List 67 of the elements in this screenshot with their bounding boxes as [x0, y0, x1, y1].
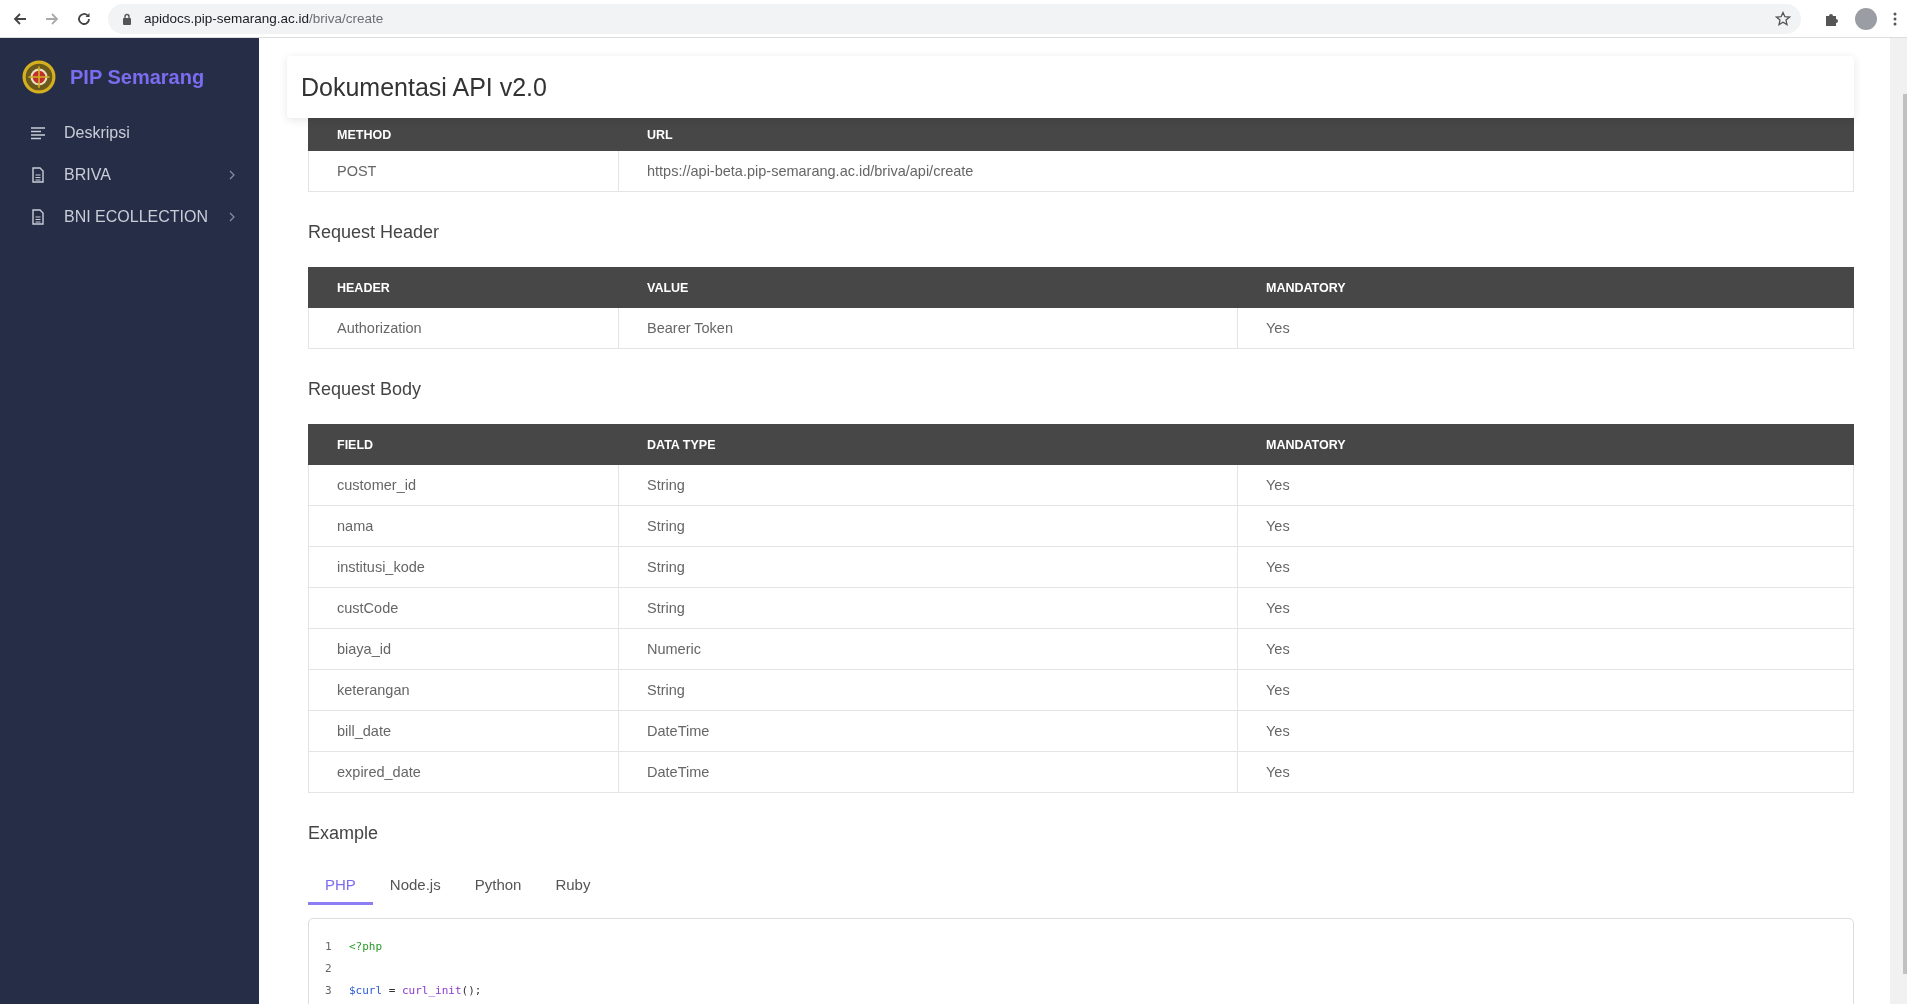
document-icon	[30, 167, 46, 183]
chevron-icon	[229, 170, 235, 180]
scrollbar[interactable]	[1890, 38, 1907, 1004]
table-cell: Yes	[1237, 628, 1854, 670]
chevron-icon	[229, 212, 235, 222]
address-bar[interactable]: apidocs.pip-semarang.ac.id/briva/create	[108, 3, 1801, 34]
table-cell: String	[618, 669, 1238, 711]
nav-item[interactable]: BRIVA	[0, 154, 259, 196]
column-header: HEADER	[308, 267, 619, 308]
table-cell: Bearer Token	[618, 307, 1238, 349]
table-cell: keterangan	[308, 669, 619, 711]
table-cell: String	[618, 546, 1238, 588]
code-line: $curl = curl_init();	[349, 983, 482, 997]
table-cell: String	[618, 505, 1238, 547]
section-title: Request Header	[308, 221, 441, 244]
line-number: 1	[325, 939, 333, 953]
nav-item[interactable]: BNI ECOLLECTION	[0, 196, 259, 238]
page-title: Dokumentasi API v2.0	[301, 72, 547, 102]
emblem-icon	[22, 60, 56, 94]
table-cell: customer_id	[308, 464, 619, 506]
language-tab[interactable]: PHP	[308, 864, 373, 905]
table-cell: DateTime	[618, 751, 1238, 793]
table-cell: Numeric	[618, 628, 1238, 670]
code-line: <?php	[349, 939, 383, 953]
table-cell: Yes	[1237, 669, 1854, 711]
table-cell: String	[618, 464, 1238, 506]
table-cell: Yes	[1237, 505, 1854, 547]
table-cell: https://api-beta.pip-semarang.ac.id/briva/api/create	[618, 150, 1854, 192]
nav-item[interactable]: Deskripsi	[0, 112, 259, 154]
column-header: METHOD	[308, 118, 619, 151]
lines-icon	[30, 125, 46, 141]
table-cell: custCode	[308, 587, 619, 629]
lock-icon	[122, 12, 132, 25]
table-cell: POST	[308, 150, 619, 192]
table-cell: String	[618, 587, 1238, 629]
table-cell: institusi_kode	[308, 546, 619, 588]
language-tab[interactable]: Python	[457, 864, 539, 905]
table-cell: Yes	[1237, 587, 1854, 629]
column-header: MANDATORY	[1237, 267, 1854, 308]
table-cell: bill_date	[308, 710, 619, 752]
table-cell: Yes	[1237, 307, 1854, 349]
table-cell: biaya_id	[308, 628, 619, 670]
menu-icon[interactable]	[1893, 10, 1897, 27]
table-cell: Authorization	[308, 307, 619, 349]
avatar[interactable]	[1855, 7, 1877, 30]
table-cell: Yes	[1237, 710, 1854, 752]
table-cell: nama	[308, 505, 619, 547]
column-header: DATA TYPE	[618, 424, 1238, 465]
language-tab[interactable]: Node.js	[372, 864, 458, 905]
column-header: FIELD	[308, 424, 619, 465]
star-icon[interactable]	[1775, 10, 1791, 27]
table-cell: Yes	[1237, 546, 1854, 588]
table-cell: DateTime	[618, 710, 1238, 752]
table-cell: expired_date	[308, 751, 619, 793]
reload-icon[interactable]	[76, 10, 92, 27]
language-tab[interactable]: Ruby	[538, 864, 608, 905]
section-title: Request Body	[308, 378, 423, 401]
column-header: VALUE	[618, 267, 1238, 308]
line-number: 3	[325, 983, 333, 997]
table-cell: Yes	[1237, 464, 1854, 506]
line-number: 2	[325, 961, 333, 975]
column-header: MANDATORY	[1237, 424, 1854, 465]
section-title: Example	[308, 822, 380, 845]
column-header: URL	[618, 118, 1854, 151]
back-icon[interactable]	[12, 10, 28, 27]
table-cell: Yes	[1237, 751, 1854, 793]
document-icon	[30, 209, 46, 225]
